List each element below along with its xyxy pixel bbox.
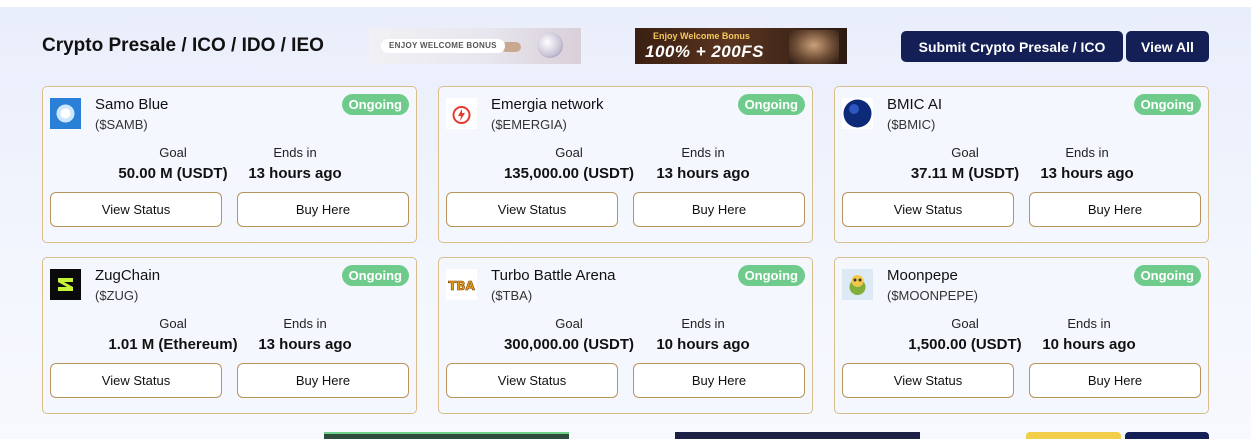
banner-text: ENJOY WELCOME BONUS bbox=[381, 39, 505, 53]
buy-here-button[interactable]: Buy Here bbox=[633, 363, 805, 398]
section-header: Crypto Presale / ICO / IDO / IEO ENJOY W… bbox=[0, 7, 1251, 85]
submit-presale-button[interactable]: Submit Crypto Presale / ICO bbox=[901, 31, 1123, 62]
ends-value: 13 hours ago bbox=[1040, 165, 1134, 182]
ends-label: Ends in bbox=[273, 145, 317, 160]
project-ticker: ($ZUG) bbox=[95, 288, 139, 303]
ends-label: Ends in bbox=[1067, 316, 1111, 331]
project-ticker: ($TBA) bbox=[491, 288, 533, 303]
goal-value: 1,500.00 (USDT) bbox=[908, 336, 1022, 353]
bmic-logo-icon bbox=[842, 98, 873, 129]
project-ticker: ($SAMB) bbox=[95, 117, 148, 132]
banner-line1: Enjoy Welcome Bonus bbox=[653, 31, 750, 41]
tba-logo-icon: TBA bbox=[446, 269, 477, 300]
project-ticker: ($MOONPEPE) bbox=[887, 288, 979, 303]
buy-here-button[interactable]: Buy Here bbox=[633, 192, 805, 227]
ends-value: 10 hours ago bbox=[656, 336, 750, 353]
bottom-banner-partial[interactable] bbox=[675, 432, 920, 439]
presale-card: Moonpepe ($MOONPEPE) Ongoing Goal Ends i… bbox=[834, 257, 1209, 414]
project-name: Samo Blue bbox=[95, 96, 169, 113]
goal-value: 135,000.00 (USDT) bbox=[503, 165, 635, 182]
goal-value: 300,000.00 (USDT) bbox=[503, 336, 635, 353]
ends-value: 13 hours ago bbox=[656, 165, 750, 182]
goal-value: 1.01 M (Ethereum) bbox=[108, 336, 238, 353]
project-name: Turbo Battle Arena bbox=[491, 267, 616, 284]
bottom-banner-partial[interactable] bbox=[324, 432, 569, 439]
status-badge: Ongoing bbox=[341, 94, 409, 115]
ends-value: 10 hours ago bbox=[1042, 336, 1136, 353]
banner-character-image bbox=[789, 30, 839, 64]
project-name: BMIC AI bbox=[887, 96, 943, 113]
view-status-button[interactable]: View Status bbox=[842, 363, 1014, 398]
view-status-button[interactable]: View Status bbox=[50, 192, 222, 227]
buy-here-button[interactable]: Buy Here bbox=[1029, 363, 1201, 398]
bottom-button-partial[interactable] bbox=[1026, 432, 1121, 439]
ends-value: 13 hours ago bbox=[248, 165, 342, 182]
goal-label: Goal bbox=[951, 316, 979, 331]
goal-label: Goal bbox=[951, 145, 979, 160]
buy-here-button[interactable]: Buy Here bbox=[237, 192, 409, 227]
ends-value: 13 hours ago bbox=[258, 336, 352, 353]
presale-card: TBA Turbo Battle Arena ($TBA) Ongoing Go… bbox=[438, 257, 813, 414]
goal-value: 37.11 M (USDT) bbox=[910, 165, 1020, 182]
project-ticker: ($BMIC) bbox=[887, 117, 936, 132]
buy-here-button[interactable]: Buy Here bbox=[237, 363, 409, 398]
status-badge: Ongoing bbox=[1133, 94, 1201, 115]
ends-label: Ends in bbox=[1065, 145, 1109, 160]
presale-card: BMIC AI ($BMIC) Ongoing Goal Ends in 37.… bbox=[834, 86, 1209, 243]
view-status-button[interactable]: View Status bbox=[50, 363, 222, 398]
project-name: Moonpepe bbox=[887, 267, 958, 284]
status-badge: Ongoing bbox=[341, 265, 409, 286]
bottom-button-partial[interactable] bbox=[1125, 432, 1209, 439]
project-name: Emergia network bbox=[491, 96, 604, 113]
goal-label: Goal bbox=[555, 145, 583, 160]
ends-label: Ends in bbox=[283, 316, 327, 331]
section-title: Crypto Presale / ICO / IDO / IEO bbox=[42, 35, 324, 56]
goal-label: Goal bbox=[159, 316, 187, 331]
presale-card: ZugChain ($ZUG) Ongoing Goal Ends in 1.0… bbox=[42, 257, 417, 414]
status-badge: Ongoing bbox=[1133, 265, 1201, 286]
presale-section: Crypto Presale / ICO / IDO / IEO ENJOY W… bbox=[0, 7, 1251, 439]
svg-text:TBA: TBA bbox=[448, 279, 475, 293]
buy-here-button[interactable]: Buy Here bbox=[1029, 192, 1201, 227]
samo-blue-logo-icon bbox=[50, 98, 81, 129]
project-ticker: ($EMERGIA) bbox=[491, 117, 567, 132]
project-name: ZugChain bbox=[95, 267, 161, 284]
view-all-button[interactable]: View All bbox=[1126, 31, 1209, 62]
ends-label: Ends in bbox=[681, 316, 725, 331]
goal-label: Goal bbox=[555, 316, 583, 331]
view-status-button[interactable]: View Status bbox=[446, 192, 618, 227]
moonpepe-logo-icon bbox=[842, 269, 873, 300]
casino-bonus-banner[interactable]: Enjoy Welcome Bonus 100% + 200FS bbox=[635, 28, 847, 64]
ends-label: Ends in bbox=[681, 145, 725, 160]
status-badge: Ongoing bbox=[737, 265, 805, 286]
view-status-button[interactable]: View Status bbox=[446, 363, 618, 398]
presale-card: Samo Blue ($SAMB) Ongoing Goal Ends in 5… bbox=[42, 86, 417, 243]
goal-label: Goal bbox=[159, 145, 187, 160]
zugchain-logo-icon bbox=[50, 269, 81, 300]
status-badge: Ongoing bbox=[737, 94, 805, 115]
banner-decoration bbox=[537, 32, 563, 58]
banner-line2: 100% + 200FS bbox=[645, 42, 764, 61]
emergia-logo-icon bbox=[446, 98, 477, 129]
presale-card: Emergia network ($EMERGIA) Ongoing Goal … bbox=[438, 86, 813, 243]
goal-value: 50.00 M (USDT) bbox=[118, 165, 228, 182]
welcome-bonus-banner[interactable]: ENJOY WELCOME BONUS bbox=[369, 28, 581, 64]
view-status-button[interactable]: View Status bbox=[842, 192, 1014, 227]
